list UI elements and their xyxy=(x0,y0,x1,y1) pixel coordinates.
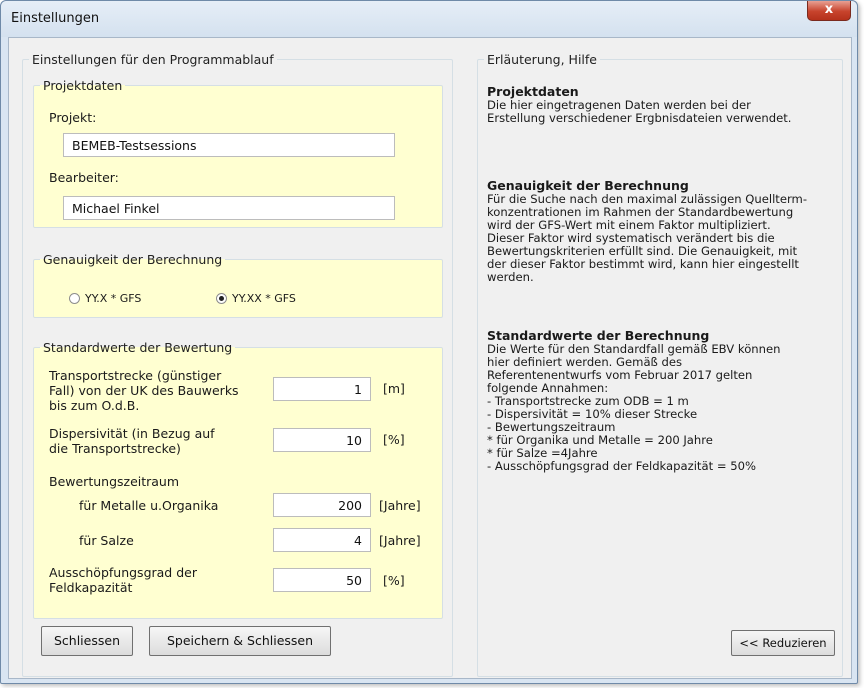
dispersivitaet-unit: [%] xyxy=(383,432,405,447)
dispersivitaet-label: Dispersivität (in Bezug auf die Transpor… xyxy=(49,426,215,456)
help-section-title: Standardwerte der Berechnung xyxy=(487,328,710,343)
genauigkeit-legend: Genauigkeit der Berechnung xyxy=(43,252,223,267)
help-section-title: Genauigkeit der Berechnung xyxy=(487,178,689,193)
ausschoepfung-unit: [%] xyxy=(383,573,405,588)
radio-dot xyxy=(69,293,80,304)
metalle-unit: [Jahre] xyxy=(379,498,421,513)
projektdaten-legend: Projektdaten xyxy=(43,78,123,93)
salze-unit: [Jahre] xyxy=(379,533,421,548)
reduce-button[interactable]: << Reduzieren xyxy=(731,630,835,656)
transport-label: Transportstrecke (günstiger Fall) von de… xyxy=(49,368,239,413)
help-section-text: Die hier eingetragenen Daten werden bei … xyxy=(487,98,792,125)
dispersivitaet-input[interactable]: 10 xyxy=(273,428,371,452)
genauigkeit-group: Genauigkeit der Berechnung xyxy=(33,252,443,318)
title-bar: Einstellungen x xyxy=(1,1,857,37)
ausschoepfung-label: Ausschöpfungsgrad der Feldkapazität xyxy=(49,565,197,595)
close-window-button[interactable]: x xyxy=(807,1,851,21)
metalle-input[interactable]: 200 xyxy=(273,493,371,517)
settings-window: Einstellungen x Einstellungen für den Pr… xyxy=(0,0,858,684)
bearbeiter-label: Bearbeiter: xyxy=(49,170,119,185)
radio-yy-xx-label: YY.XX * GFS xyxy=(232,292,296,305)
settings-group-legend: Einstellungen für den Programmablauf xyxy=(32,52,274,67)
salze-input[interactable]: 4 xyxy=(273,528,371,552)
help-content: Genauigkeit der Berechnung Für die Suche… xyxy=(487,178,837,284)
radio-yy-x[interactable]: YY.X * GFS xyxy=(69,292,141,305)
window-title: Einstellungen xyxy=(11,11,100,26)
salze-label: für Salze xyxy=(79,533,134,548)
projekt-input[interactable]: BEMEB-Testsessions xyxy=(63,133,395,157)
transport-unit: [m] xyxy=(383,381,405,396)
radio-yy-xx[interactable]: YY.XX * GFS xyxy=(216,292,296,305)
transport-input[interactable]: 1 xyxy=(273,377,371,401)
radio-yy-x-label: YY.X * GFS xyxy=(85,292,142,305)
ausschoepfung-input[interactable]: 50 xyxy=(273,568,371,592)
close-button[interactable]: Schliessen xyxy=(41,626,133,656)
radio-dot-selected xyxy=(216,293,227,304)
bearbeiter-input[interactable]: Michael Finkel xyxy=(63,196,395,220)
help-section-text: Die Werte für den Standardfall gemäß EBV… xyxy=(487,342,781,473)
save-and-close-button[interactable]: Speichern & Schliessen xyxy=(149,626,331,656)
metalle-label: für Metalle u.Organika xyxy=(79,498,219,513)
zeitraum-label: Bewertungszeitraum xyxy=(49,474,180,489)
help-content: Standardwerte der Berechnung Die Werte f… xyxy=(487,328,837,473)
projekt-label: Projekt: xyxy=(49,110,97,125)
help-section-title: Projektdaten xyxy=(487,84,579,99)
help-content: Projektdaten Die hier eingetragenen Date… xyxy=(487,84,837,125)
help-section-text: Für die Suche nach den maximal zulässige… xyxy=(487,192,808,284)
standardwerte-legend: Standardwerte der Bewertung xyxy=(43,340,233,355)
help-legend: Erläuterung, Hilfe xyxy=(487,52,597,67)
dialog-client-area: Einstellungen für den Programmablauf Pro… xyxy=(8,37,852,679)
